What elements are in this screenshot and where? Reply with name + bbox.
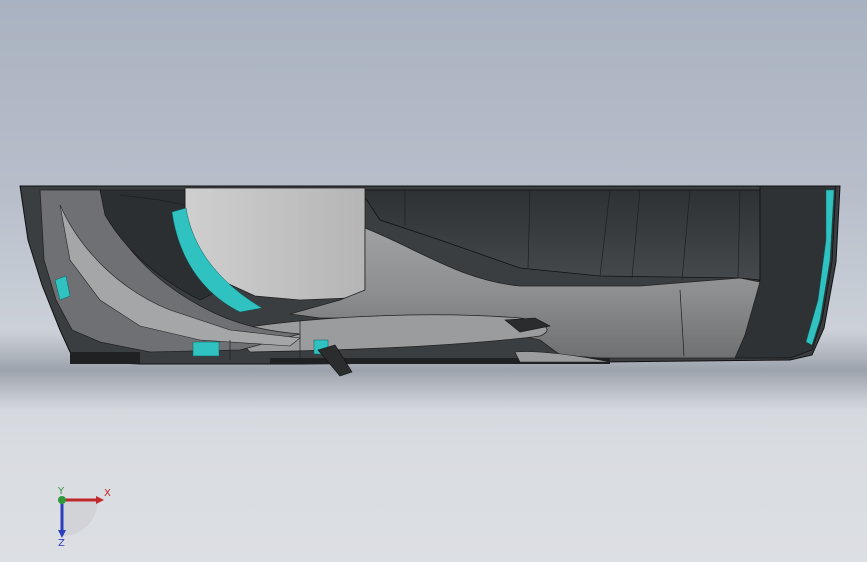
front-skid (70, 352, 140, 364)
triad-shading (62, 500, 98, 536)
cad-viewport[interactable]: X Y Z (0, 0, 867, 562)
x-axis-arrow (96, 496, 104, 504)
y-axis-label: Y (57, 486, 65, 497)
x-axis-label: X (104, 488, 111, 499)
teal-block-front (192, 341, 220, 357)
y-axis-dot (58, 496, 66, 504)
race-car-model[interactable] (0, 0, 867, 562)
coordinate-triad: X Y Z (57, 486, 111, 548)
z-axis-label: Z (58, 538, 65, 548)
